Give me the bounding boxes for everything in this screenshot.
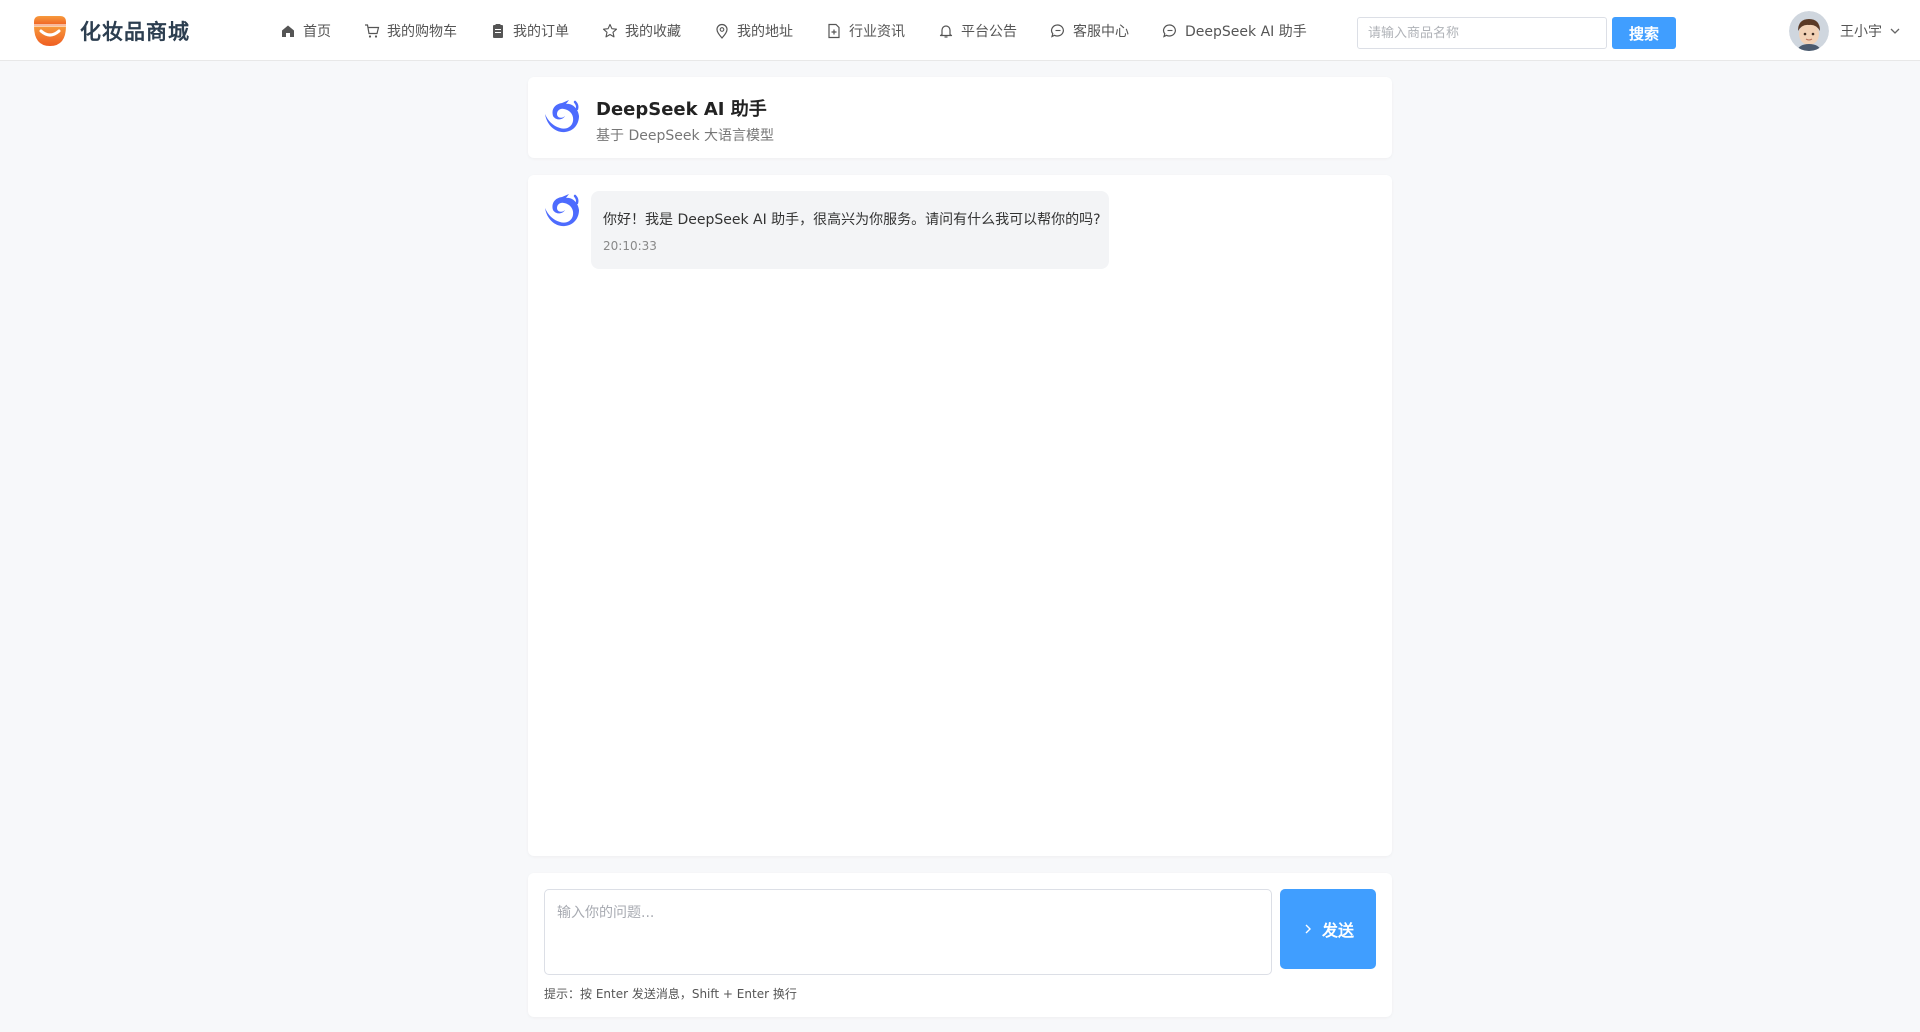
chat-messages-area[interactable]: 你好！我是 DeepSeek AI 助手，很高兴为你服务。请问有什么我可以帮你的… xyxy=(528,175,1392,856)
input-hint: 提示：按 Enter 发送消息，Shift + Enter 换行 xyxy=(544,987,797,1001)
message-text: 你好！我是 DeepSeek AI 助手，很高兴为你服务。请问有什么我可以帮你的… xyxy=(603,212,1101,228)
send-label: 发送 xyxy=(1321,921,1354,940)
nav-label: 客服中心 xyxy=(1073,23,1129,40)
chevron-right-icon xyxy=(1305,924,1311,934)
app-name: 化妆品商城 xyxy=(80,20,190,44)
assistant-header-card: DeepSeek AI 助手 基于 DeepSeek 大语言模型 xyxy=(528,77,1392,158)
assistant-subtitle: 基于 DeepSeek 大语言模型 xyxy=(596,128,775,144)
nav-label: 我的订单 xyxy=(513,23,569,40)
nav-item-cart[interactable]: 我的购物车 xyxy=(364,21,457,41)
main-nav: 首页 我的购物车 我的订单 我的收藏 我的地址 行业资讯 平台公告 客服中心 D… xyxy=(280,0,1340,61)
nav-item-orders[interactable]: 我的订单 xyxy=(490,21,569,41)
cart-icon xyxy=(365,23,380,38)
search-button[interactable]: 搜索 xyxy=(1612,17,1676,49)
question-input[interactable] xyxy=(544,889,1272,975)
nav-item-deepseek[interactable]: DeepSeek AI 助手 xyxy=(1162,21,1307,41)
assistant-title: DeepSeek AI 助手 xyxy=(596,99,767,120)
nav-label: 首页 xyxy=(303,23,331,40)
nav-item-news[interactable]: 行业资讯 xyxy=(826,21,905,41)
deepseek-whale-icon xyxy=(545,194,579,227)
send-button[interactable]: 发送 xyxy=(1280,889,1376,969)
nav-item-favorites[interactable]: 我的收藏 xyxy=(602,21,681,41)
user-avatar[interactable] xyxy=(1789,11,1829,51)
nav-label: 平台公告 xyxy=(961,23,1017,40)
user-menu[interactable]: 王小宇 xyxy=(1789,11,1901,51)
location-icon xyxy=(716,23,728,39)
deepseek-whale-icon xyxy=(545,100,579,133)
nav-item-announcements[interactable]: 平台公告 xyxy=(938,21,1017,41)
nav-label: 我的地址 xyxy=(737,23,793,40)
nav-item-home[interactable]: 首页 xyxy=(280,21,331,41)
home-icon xyxy=(282,25,294,37)
shop-logo-icon xyxy=(34,16,66,46)
search-input[interactable] xyxy=(1357,17,1607,49)
nav-label: 我的购物车 xyxy=(387,23,457,40)
chat-icon xyxy=(1162,23,1176,38)
bell-icon xyxy=(939,24,953,38)
nav-item-address[interactable]: 我的地址 xyxy=(714,21,793,41)
nav-label: 我的收藏 xyxy=(625,23,681,40)
order-icon xyxy=(493,23,503,38)
nav-label: 行业资讯 xyxy=(849,23,905,40)
document-icon xyxy=(828,23,840,38)
top-header: 化妆品商城 首页 我的购物车 我的订单 我的收藏 我的地址 行业资讯 平台公告 … xyxy=(0,0,1920,61)
composer-card: 发送 提示：按 Enter 发送消息，Shift + Enter 换行 xyxy=(528,873,1392,1017)
logo[interactable]: 化妆品商城 xyxy=(30,12,190,50)
chevron-down-icon xyxy=(1890,28,1900,34)
star-icon xyxy=(602,23,618,37)
nav-label: DeepSeek AI 助手 xyxy=(1185,23,1307,40)
chat-icon xyxy=(1050,23,1064,38)
nav-item-service[interactable]: 客服中心 xyxy=(1050,21,1129,41)
user-name: 王小宇 xyxy=(1840,24,1882,40)
message-timestamp: 20:10:33 xyxy=(603,239,657,253)
assistant-message-bubble: 你好！我是 DeepSeek AI 助手，很高兴为你服务。请问有什么我可以帮你的… xyxy=(591,191,1109,269)
